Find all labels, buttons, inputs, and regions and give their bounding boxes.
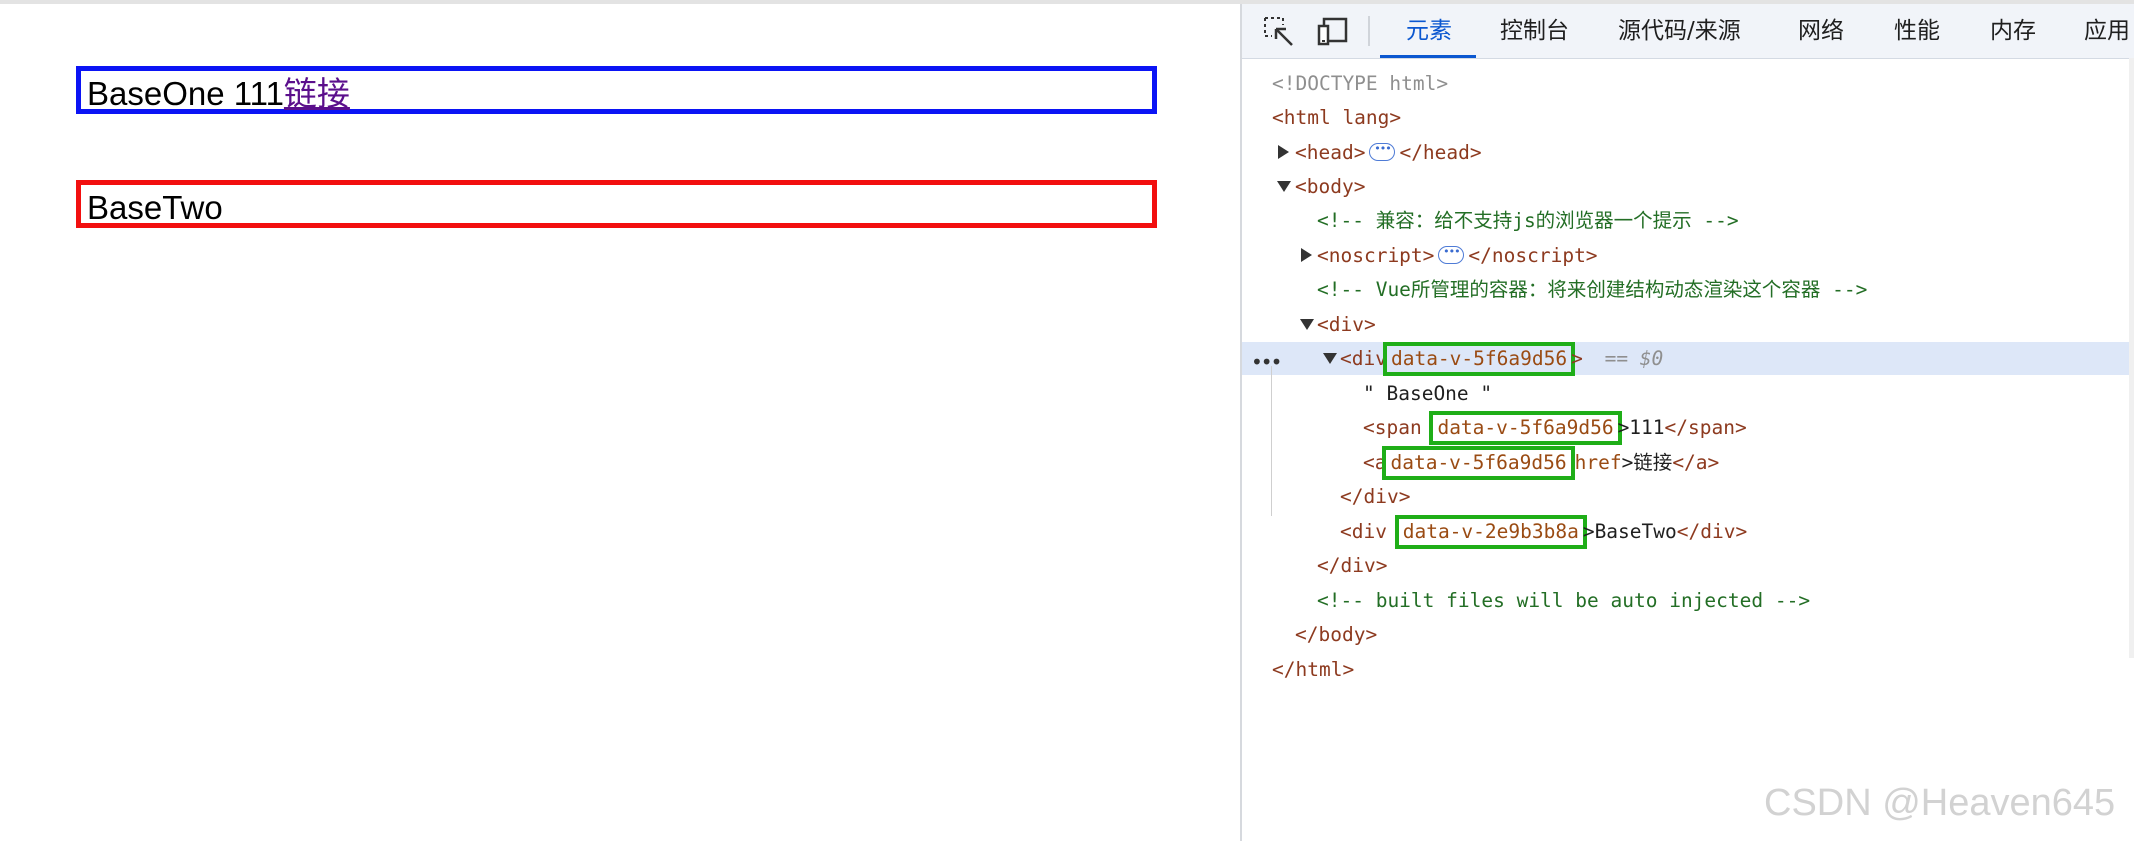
tab-elements[interactable]: 元素 [1406,4,1452,58]
body-open-tag: <body> [1295,175,1366,198]
span-text: >111 [1617,416,1665,439]
tree-row-comment-compat[interactable]: <!-- 兼容：给不支持js的浏览器一个提示 --> [1242,204,2134,237]
span-close-tag: </span> [1664,416,1747,439]
div-basetwo-text: >BaseTwo [1582,520,1677,543]
tree-row-comment-vue[interactable]: <!-- Vue所管理的容器：将来创建结构动态渲染这个容器 --> [1242,273,2134,306]
tree-row-span[interactable]: <span data-v-5f6a9d56 >111</span> [1242,411,2134,445]
tree-row-html[interactable]: <html lang> [1242,101,2134,134]
html-open-tag: <html lang> [1272,106,1402,129]
div-basetwo-close-tag: </div> [1676,520,1748,543]
tab-memory[interactable]: 内存 [1990,4,2036,58]
anchor-tag: <a [1363,451,1387,474]
head-close-tag: </head> [1399,141,1482,164]
body-close-tag: </body> [1295,623,1378,646]
base-two-text: BaseTwo [87,189,223,226]
anchor-text: >链接 [1621,451,1673,474]
device-toolbar-icon[interactable] [1316,15,1350,49]
devtools-toolbar: 元素 控制台 源代码/来源 网络 性能 内存 应用 [1242,4,2134,59]
tree-row-text-node[interactable]: " BaseOne " [1242,377,2134,410]
head-open-tag: <head> [1295,141,1366,164]
tree-row-div-close[interactable]: </div> [1242,480,2134,513]
more-options-icon[interactable]: ••• [1251,350,1282,374]
expand-arrow-icon[interactable] [1301,248,1312,262]
anchor-href-attr: href [1574,451,1622,474]
comment-compat: <!-- 兼容：给不支持js的浏览器一个提示 --> [1317,209,1739,232]
tree-row-anchor[interactable]: <a data-v-5f6a9d56 href>链接</a> [1242,446,2134,480]
text-node: " BaseOne " [1363,382,1493,405]
collapse-arrow-icon[interactable] [1277,181,1291,192]
tree-row-div-basetwo[interactable]: <div data-v-2e9b3b8a >BaseTwo</div> [1242,515,2134,549]
doctype-text: <!DOCTYPE html> [1272,72,1449,95]
collapse-arrow-icon[interactable] [1300,319,1314,330]
comment-built: <!-- built files will be auto injected -… [1317,589,1811,612]
selected-ref-label: == $0 [1604,347,1664,370]
page-viewport: BaseOne 111链接 BaseTwo [0,4,1240,841]
comment-vue: <!-- Vue所管理的容器：将来创建结构动态渲染这个容器 --> [1317,278,1868,301]
toolbar-separator [1368,16,1370,46]
collapse-arrow-icon[interactable] [1323,353,1337,364]
html-close-tag: </html> [1272,658,1355,681]
tree-row-div[interactable]: <div> [1242,308,2134,341]
tree-row-doctype[interactable]: <!DOCTYPE html> [1242,67,2134,100]
tree-indent-guide [1271,366,1272,516]
div-open-tag: <div> [1317,313,1376,336]
div-close-tag: </div> [1340,485,1411,508]
tree-row-div-close-outer[interactable]: </div> [1242,549,2134,582]
base-one-link[interactable]: 链接 [284,75,350,112]
expand-arrow-icon[interactable] [1278,145,1289,159]
noscript-close-tag: </noscript> [1468,244,1598,267]
div-basetwo-tag: <div [1340,520,1387,543]
tab-network[interactable]: 网络 [1798,4,1844,58]
selected-div-scope-attr: data-v-5f6a9d56 [1382,342,1576,376]
scrollbar[interactable] [2129,58,2134,658]
tab-performance[interactable]: 性能 [1894,4,1940,58]
span-scope-attr: data-v-5f6a9d56 [1429,411,1622,445]
devtools-panel: 元素 控制台 源代码/来源 网络 性能 内存 应用 <!DOCTYPE html… [1240,4,2134,841]
tree-row-noscript[interactable]: <noscript> </noscript> [1242,235,2134,272]
tab-console[interactable]: 控制台 [1500,4,1569,58]
tab-sources[interactable]: 源代码/来源 [1618,4,1741,58]
ellipsis-icon[interactable] [1369,132,1396,165]
base-one-box: BaseOne 111链接 [76,66,1157,114]
div-basetwo-scope-attr: data-v-2e9b3b8a [1394,515,1587,549]
noscript-open-tag: <noscript> [1317,244,1435,267]
base-one-text: BaseOne 111 [87,75,284,112]
anchor-close-tag: </a> [1672,451,1720,474]
span-tag: <span [1363,416,1422,439]
selected-div-tag-end: > [1571,347,1583,370]
tree-row-comment-built[interactable]: <!-- built files will be auto injected -… [1242,584,2134,617]
tree-row-body[interactable]: <body> [1242,170,2134,203]
dom-tree: <!DOCTYPE html> <html lang> <head> </head… [1242,58,2134,841]
watermark: CSDN @Heaven645 [1764,782,2116,824]
base-two-box: BaseTwo [76,180,1157,228]
tree-row-body-close[interactable]: </body> [1242,618,2134,651]
tree-row-head[interactable]: <head> </head> [1242,132,2134,169]
anchor-scope-attr: data-v-5f6a9d56 [1382,446,1575,480]
selected-div-tag: <div [1340,347,1387,370]
tree-row-selected-div[interactable]: <div data-v-5f6a9d56 > == $0 [1242,342,2134,376]
ellipsis-icon[interactable] [1438,235,1465,268]
inspect-element-icon[interactable] [1262,15,1296,49]
tab-application[interactable]: 应用 [2084,4,2130,58]
div-close-outer-tag: </div> [1317,554,1388,577]
tree-row-html-close[interactable]: </html> [1242,653,2134,686]
